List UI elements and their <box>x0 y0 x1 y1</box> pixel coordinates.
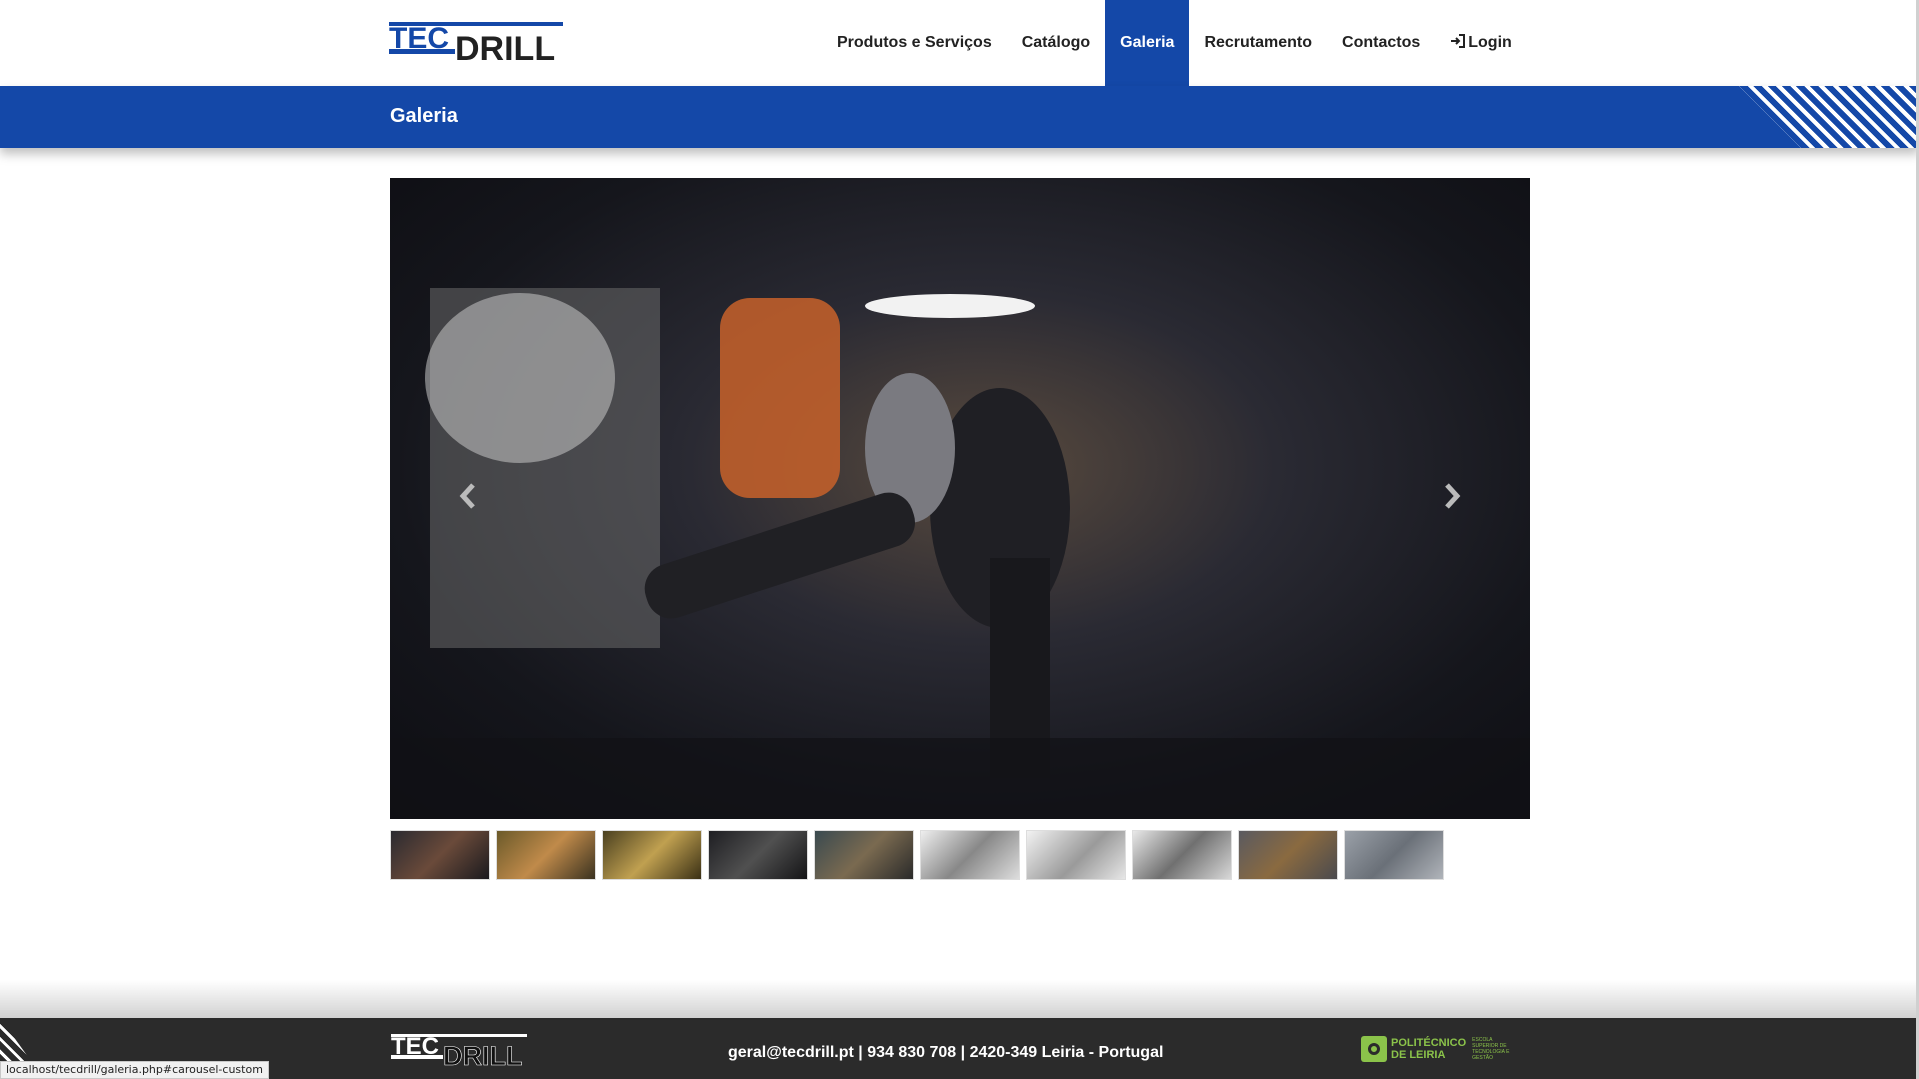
partner-name-line2: DE LEIRIA <box>1391 1049 1446 1061</box>
chevron-left-icon <box>457 481 479 516</box>
logo-text-tec: TEC <box>391 1034 439 1060</box>
partner-subtitle: ESCOLA SUPERIOR DE TECNOLOGIA E GESTÃO <box>1472 1037 1510 1061</box>
carousel-next-button[interactable] <box>1432 478 1472 518</box>
partner-mark-icon <box>1361 1036 1387 1062</box>
browser-status-url: localhost/tecdrill/galeria.php#carousel-… <box>0 1061 269 1079</box>
thumbnail[interactable] <box>496 830 596 880</box>
gallery-carousel <box>390 178 1530 819</box>
partner-name-line1: POLITÉCNICO <box>1391 1037 1467 1049</box>
nav-item-label: Recrutamento <box>1204 34 1313 51</box>
nav-item-label: Catálogo <box>1021 34 1091 51</box>
main-nav: Produtos e Serviços Catálogo Galeria Rec… <box>822 0 1527 86</box>
thumbnail[interactable] <box>1132 830 1232 880</box>
decorative-stripes <box>1739 86 1919 148</box>
thumbnail[interactable] <box>1238 830 1338 880</box>
thumbnail[interactable] <box>1344 830 1444 880</box>
chevron-right-icon <box>1441 481 1463 516</box>
nav-item-galeria[interactable]: Galeria <box>1105 0 1190 86</box>
carousel-image <box>390 288 1530 819</box>
carousel-thumbnails <box>390 830 1444 880</box>
footer-shadow <box>0 980 1919 1018</box>
carousel-prev-button[interactable] <box>448 478 488 518</box>
nav-item-login[interactable]: Login <box>1435 0 1527 86</box>
nav-item-contactos[interactable]: Contactos <box>1327 0 1435 86</box>
logo-text-drill: DRILL <box>455 30 555 62</box>
thumbnail[interactable] <box>602 830 702 880</box>
logo-text-drill: DRILL <box>443 1041 522 1066</box>
thumbnail[interactable] <box>390 830 490 880</box>
footer-contact-info: geral@tecdrill.pt | 934 830 708 | 2420-3… <box>728 1044 1164 1061</box>
site-footer: TEC DRILL geral@tecdrill.pt | 934 830 70… <box>0 1018 1919 1079</box>
login-label: Login <box>1468 34 1512 51</box>
thumbnail[interactable] <box>920 830 1020 880</box>
tecdrill-footer-logo[interactable]: TEC DRILL <box>391 1033 527 1071</box>
page-title-band: Galeria <box>0 86 1919 148</box>
nav-item-produtos[interactable]: Produtos e Serviços <box>822 0 1007 86</box>
sign-in-icon <box>1450 33 1466 53</box>
nav-item-label: Galeria <box>1120 34 1175 51</box>
politecnico-leiria-logo[interactable]: POLITÉCNICO DE LEIRIA ESCOLA SUPERIOR DE… <box>1361 1036 1514 1062</box>
nav-item-catalogo[interactable]: Catálogo <box>1007 0 1105 86</box>
thumbnail[interactable] <box>814 830 914 880</box>
nav-item-recrutamento[interactable]: Recrutamento <box>1189 0 1327 86</box>
nav-item-label: Produtos e Serviços <box>837 34 992 51</box>
thumbnail[interactable] <box>708 830 808 880</box>
nav-item-label: Contactos <box>1342 34 1421 51</box>
thumbnail[interactable] <box>1026 830 1126 880</box>
logo-text-tec: TEC <box>389 22 449 55</box>
tecdrill-logo[interactable]: TEC DRILL <box>389 22 563 68</box>
page-title: Galeria <box>390 105 458 127</box>
site-header: TEC DRILL Produtos e Serviços Catálogo G… <box>0 0 1919 86</box>
